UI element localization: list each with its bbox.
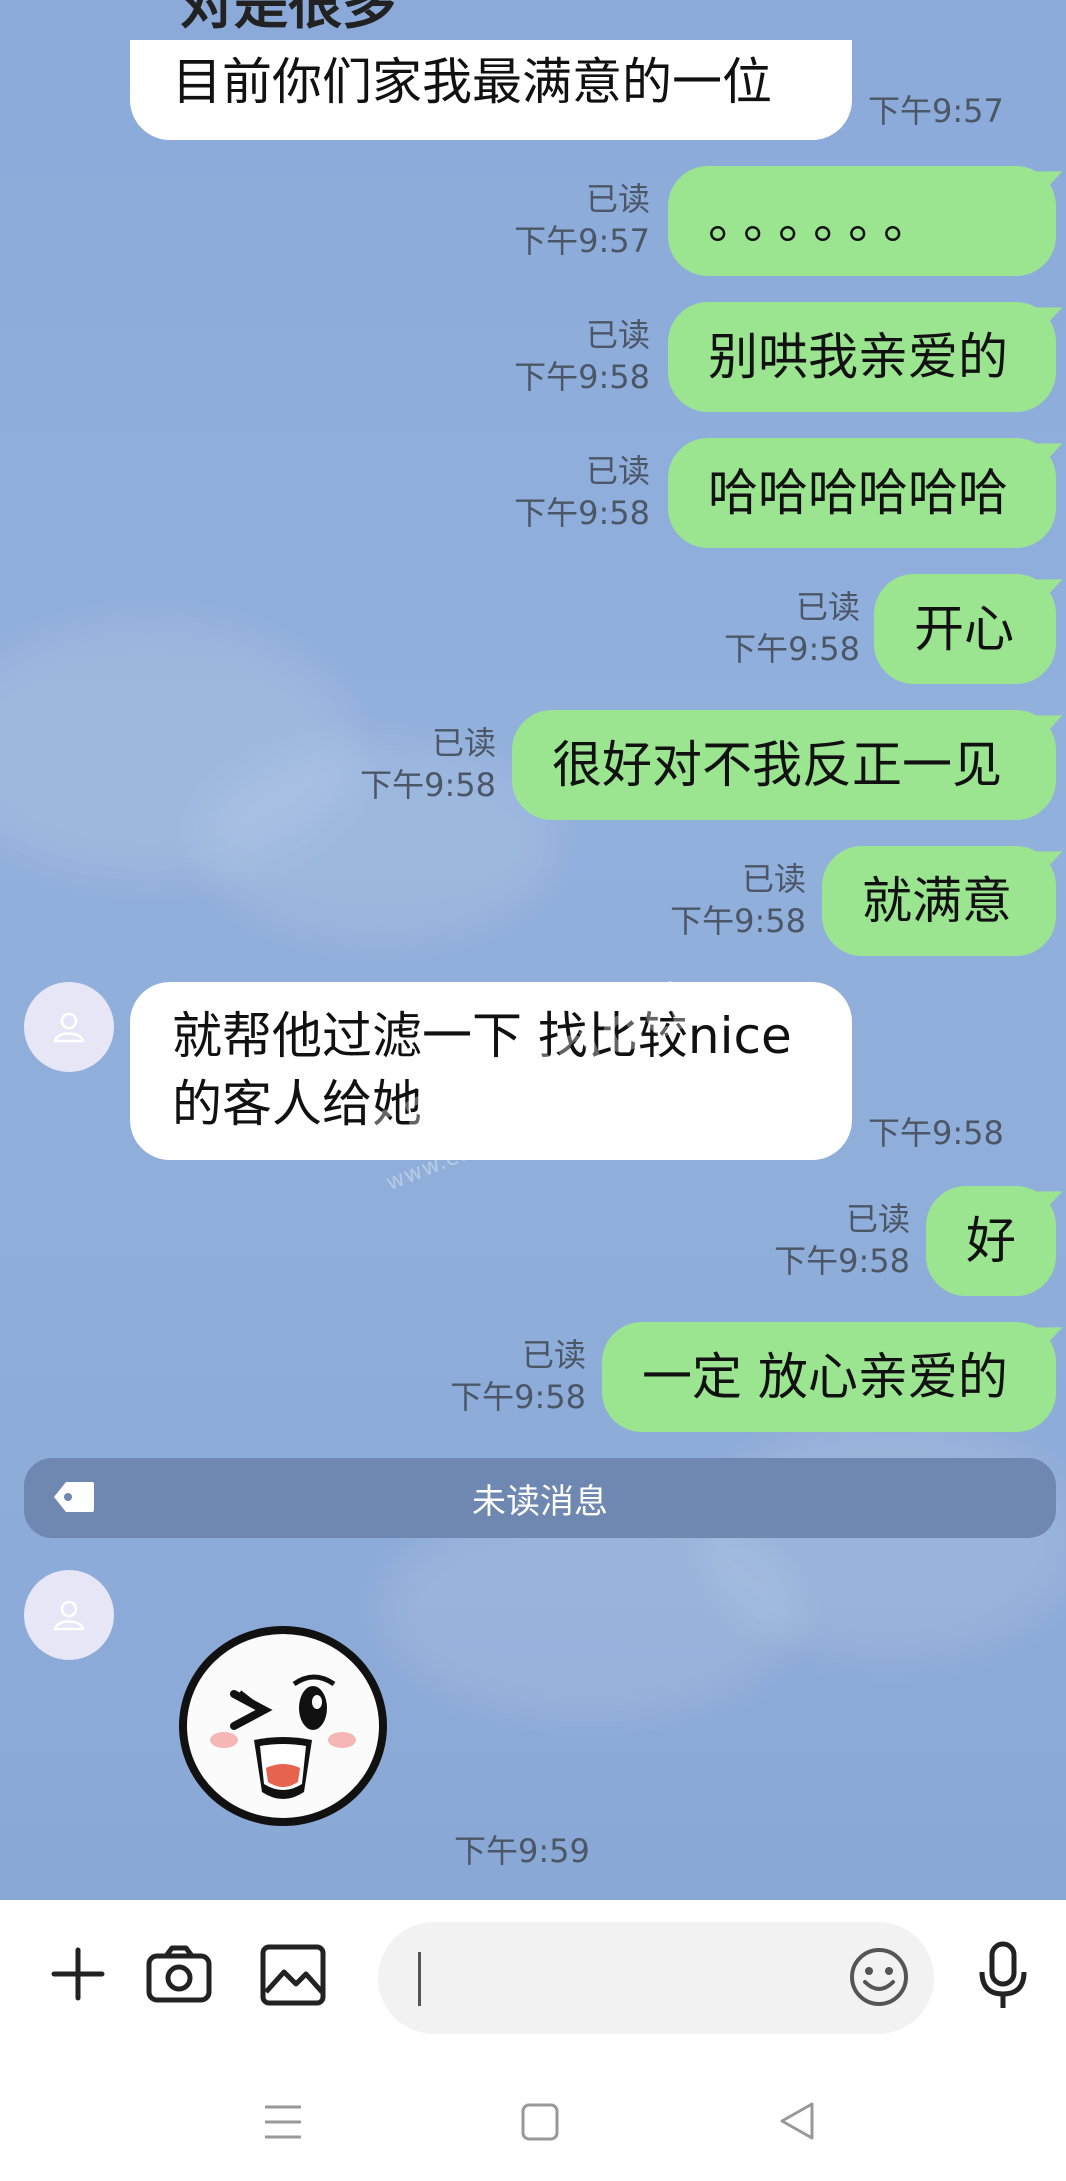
message-text: 。。。。。。: [708, 192, 943, 250]
message-bubble-outgoing[interactable]: 开心: [874, 574, 1056, 684]
read-status: 已读: [585, 180, 650, 218]
message-text: 目前你们家我最满意的一位: [172, 53, 772, 111]
sticker-message[interactable]: [176, 1622, 390, 1830]
plus-icon[interactable]: [48, 1944, 108, 2004]
message-bubble-outgoing[interactable]: 很好对不我反正一见: [512, 710, 1056, 820]
message-time: 下午9:58: [450, 1378, 586, 1416]
camera-icon[interactable]: [146, 1944, 212, 2004]
back-icon[interactable]: [776, 2100, 816, 2142]
message-time: 下午9:58: [670, 902, 806, 940]
message-time: 下午9:59: [454, 1832, 590, 1870]
read-status: 已读: [741, 860, 806, 898]
message-time: 下午9:58: [724, 630, 860, 668]
message-bubble-outgoing[interactable]: 别哄我亲爱的: [668, 302, 1056, 412]
text-cursor: [418, 1952, 421, 2006]
message-text: 哈哈哈哈哈哈: [708, 464, 1008, 522]
emoji-icon[interactable]: [848, 1946, 910, 2008]
read-status: 已读: [845, 1200, 910, 1238]
contact-avatar[interactable]: [24, 1570, 114, 1660]
system-navigation-bar: [0, 2050, 1066, 2181]
image-icon[interactable]: [260, 1944, 326, 2006]
message-bubble-outgoing[interactable]: 哈哈哈哈哈哈: [668, 438, 1056, 548]
mic-icon[interactable]: [976, 1940, 1030, 2012]
message-text: 很好对不我反正一见: [552, 736, 1002, 794]
chat-title-fragment: 对是很多: [180, 0, 396, 36]
chat-area[interactable]: 对是很多 目前你们家我最满意的一位 下午9:57 已读 下午9:57 。。。。。…: [0, 0, 1066, 1900]
message-time: 下午9:57: [868, 92, 1004, 130]
unread-messages-divider: 未读消息: [24, 1458, 1056, 1538]
message-time: 下午9:57: [514, 222, 650, 260]
message-bubble-incoming[interactable]: 目前你们家我最满意的一位: [130, 40, 852, 140]
message-time: 下午9:58: [868, 1114, 1004, 1152]
message-text: 就满意: [862, 872, 1012, 930]
menu-icon[interactable]: [262, 2102, 304, 2142]
message-text: 一定 放心亲爱的: [642, 1348, 1008, 1406]
message-meta: 已读 下午9:58: [636, 858, 806, 942]
message-meta: 已读 下午9:58: [326, 722, 496, 806]
read-status: 已读: [585, 452, 650, 490]
person-icon: [53, 1600, 85, 1631]
contact-avatar[interactable]: [24, 982, 114, 1072]
home-icon[interactable]: [520, 2102, 560, 2142]
message-time: 下午9:58: [774, 1242, 910, 1280]
unread-label: 未读消息: [472, 1481, 608, 1522]
message-time: 下午9:58: [514, 494, 650, 532]
message-meta: 已读 下午9:58: [480, 314, 650, 398]
read-status: 已读: [585, 316, 650, 354]
tag-icon: [54, 1482, 94, 1512]
message-text: 开心: [914, 600, 1014, 658]
person-icon: [53, 1012, 85, 1043]
message-meta: 已读 下午9:58: [690, 586, 860, 670]
read-status: 已读: [795, 588, 860, 626]
message-bubble-outgoing[interactable]: 好: [926, 1186, 1056, 1296]
message-time: 下午9:58: [514, 358, 650, 396]
message-meta: 已读 下午9:57: [480, 178, 650, 262]
message-bubble-outgoing[interactable]: 就满意: [822, 846, 1056, 956]
message-meta: 已读 下午9:58: [416, 1334, 586, 1418]
message-text: 别哄我亲爱的: [708, 328, 1008, 386]
message-input-bar: [0, 1900, 1066, 2050]
message-time: 下午9:58: [360, 766, 496, 804]
message-bubble-outgoing[interactable]: 。。。。。。: [668, 166, 1056, 276]
message-text: 好: [966, 1212, 1016, 1270]
message-bubble-outgoing[interactable]: 一定 放心亲爱的: [602, 1322, 1056, 1432]
message-meta: 已读 下午9:58: [740, 1198, 910, 1282]
read-status: 已读: [521, 1336, 586, 1374]
message-meta: 已读 下午9:58: [480, 450, 650, 534]
read-status: 已读: [431, 724, 496, 762]
